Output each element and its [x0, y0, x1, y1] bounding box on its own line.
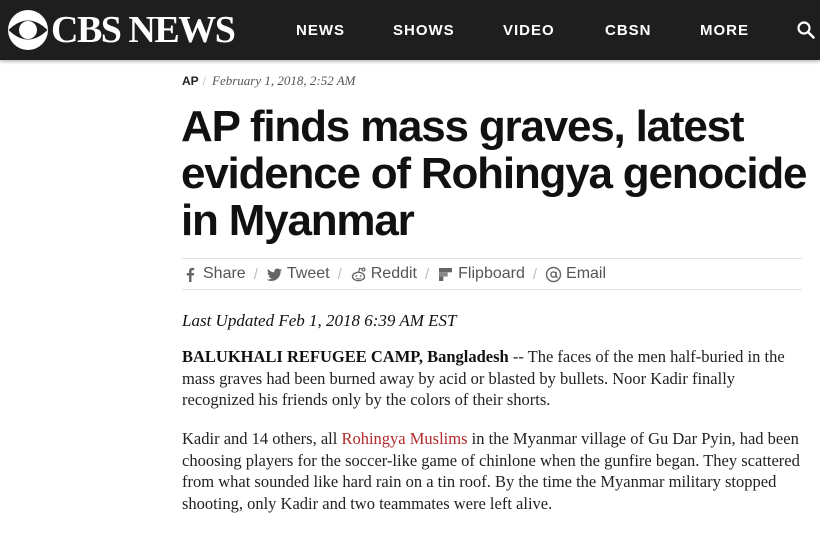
search-button[interactable] — [796, 20, 816, 40]
share-separator: / — [532, 265, 538, 283]
article-paragraph-2: Kadir and 14 others, all Rohingya Muslim… — [182, 428, 802, 514]
share-flipboard-button[interactable]: Flipboard — [437, 265, 525, 283]
share-separator: / — [424, 265, 430, 283]
share-bar: Share / Tweet / Reddit / Flipboard / Ema… — [182, 258, 802, 290]
tweet-label: Tweet — [286, 265, 330, 282]
share-label: Share — [203, 265, 246, 282]
email-label: Email — [566, 265, 607, 282]
share-email-button[interactable]: Email — [545, 265, 606, 283]
facebook-icon — [186, 267, 195, 282]
nav-shows[interactable]: SHOWS — [393, 22, 455, 40]
byline-separator: / — [202, 74, 207, 88]
share-facebook-button[interactable]: Share — [182, 265, 246, 283]
last-updated: Last Updated Feb 1, 2018 6:39 AM EST — [182, 311, 457, 330]
share-twitter-button[interactable]: Tweet — [266, 265, 330, 283]
site-header: CBS NEWS NEWS SHOWS VIDEO CBSN MORE — [0, 0, 820, 60]
article-paragraph-1: BALUKHALI REFUGEE CAMP, Bangladesh -- Th… — [182, 346, 802, 411]
share-separator: / — [337, 265, 342, 283]
rohingya-muslims-link[interactable]: Rohingya Muslims — [341, 429, 467, 448]
reddit-label: Reddit — [370, 265, 417, 282]
flipboard-label: Flipboard — [458, 265, 525, 282]
byline: AP / February 1, 2018, 2:52 AM — [182, 72, 355, 90]
nav-news[interactable]: NEWS — [296, 22, 345, 40]
search-icon — [797, 21, 815, 39]
publish-date: February 1, 2018, 2:52 AM — [212, 73, 356, 88]
cbs-news-logo[interactable]: CBS NEWS — [7, 9, 236, 51]
dateline: BALUKHALI REFUGEE CAMP, Bangladesh — [182, 347, 509, 366]
flipboard-icon — [439, 267, 453, 281]
email-icon — [545, 266, 562, 282]
twitter-icon — [266, 268, 282, 281]
share-separator: / — [253, 265, 258, 283]
share-reddit-button[interactable]: Reddit — [350, 265, 417, 283]
byline-source[interactable]: AP — [182, 74, 199, 88]
logo-text: CBS NEWS — [51, 9, 236, 51]
article-headline: AP finds mass graves, latest evidence of… — [181, 102, 808, 245]
paragraph-text: Kadir and 14 others, all — [182, 429, 342, 448]
nav-more[interactable]: MORE — [700, 22, 749, 40]
nav-cbsn[interactable]: CBSN — [605, 22, 652, 40]
reddit-icon — [351, 266, 366, 281]
nav-video[interactable]: VIDEO — [503, 22, 555, 40]
cbs-eye-icon — [8, 10, 48, 50]
